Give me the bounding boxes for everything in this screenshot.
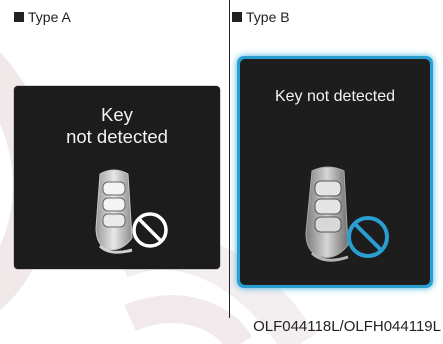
type-a-label: Type A (14, 9, 71, 25)
prohibition-icon (132, 212, 168, 248)
type-a-display-panel: Key not detected (14, 86, 220, 269)
type-b-message: Key not detected (274, 88, 396, 105)
column-divider (229, 0, 230, 318)
type-a-message-line2: not detected (66, 126, 168, 147)
type-a-message: Key not detected (14, 104, 220, 148)
bullet-square-icon (232, 12, 242, 22)
smart-key-fob-icon (95, 169, 168, 254)
type-b-label-text: Type B (246, 9, 290, 25)
prohibition-icon (347, 216, 389, 258)
type-b-display-panel: Key not detected (240, 59, 430, 285)
type-b-display-frame: Key not detected (237, 56, 433, 288)
smart-key-fob-icon (305, 166, 389, 262)
type-b-label: Type B (232, 9, 290, 25)
bullet-square-icon (14, 12, 24, 22)
figure-code: OLF044118L/OLFH044119L (253, 318, 441, 335)
type-a-message-line1: Key (101, 104, 133, 125)
type-a-label-text: Type A (28, 9, 71, 25)
